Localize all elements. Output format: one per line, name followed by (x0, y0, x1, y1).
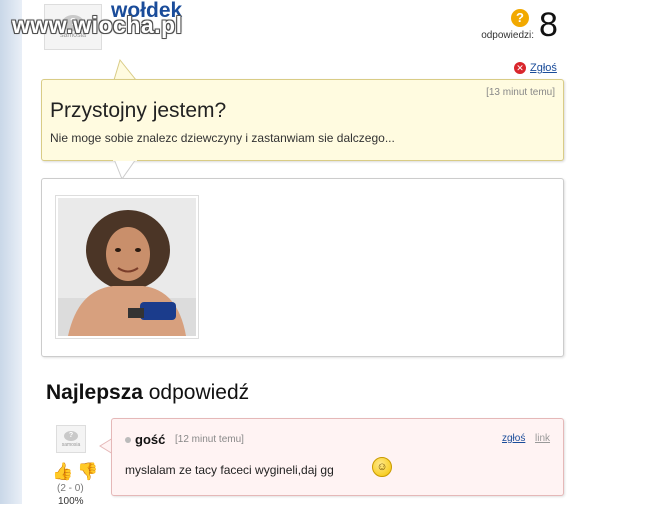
thumbs-down-icon[interactable]: 👎 (77, 462, 98, 482)
best-answer-heading: Najlepsza odpowiedź (46, 381, 249, 405)
report-question[interactable]: ✕ Zgłoś (514, 62, 557, 74)
answer-report-link[interactable]: zgłoś (502, 433, 525, 444)
answer-user: gość (135, 432, 166, 447)
question-mark-icon: ? (511, 9, 529, 27)
answer-text: myslalam ze tacy faceci wygineli,daj gg (125, 463, 334, 477)
avatar-placeholder-icon: ? (64, 430, 78, 441)
answers-count: 8 (539, 6, 558, 44)
smiley-icon: ☺ (372, 457, 392, 477)
answer-time: [12 minut temu] (175, 434, 244, 445)
answers-label: odpowiedzi: (481, 30, 534, 41)
report-link[interactable]: Zgłoś (530, 62, 557, 74)
answer-permalink[interactable]: link (535, 433, 550, 444)
vote-percentage: 100% (58, 496, 84, 507)
question-time: [13 minut temu] (486, 87, 555, 98)
question-body: Nie moge sobie znalezc dziewczyny i zast… (50, 131, 395, 145)
report-icon: ✕ (514, 62, 526, 74)
thumbs-up-icon[interactable]: 👍 (52, 462, 73, 482)
question-photo[interactable] (55, 195, 199, 339)
question-box: [13 minut temu] Przystojny jestem? Nie m… (41, 79, 564, 161)
vote-count: (2 - 0) (57, 483, 84, 494)
best-answer-box: gość [12 minut temu] zgłoś link myslalam… (111, 418, 564, 496)
vote-buttons: 👍 👎 (52, 462, 98, 482)
left-decorative-strip (0, 0, 22, 504)
best-answer-heading-bold: Najlepsza (46, 381, 143, 404)
question-title: Przystojny jestem? (50, 99, 227, 122)
user-status-dot (125, 437, 131, 443)
answer-avatar[interactable]: ? samosia (56, 425, 86, 453)
watermark: www.wiocha.pl (12, 12, 183, 38)
best-answer-heading-rest: odpowiedź (142, 381, 250, 404)
avatar-caption: samosia (61, 441, 81, 448)
image-box (41, 178, 564, 357)
